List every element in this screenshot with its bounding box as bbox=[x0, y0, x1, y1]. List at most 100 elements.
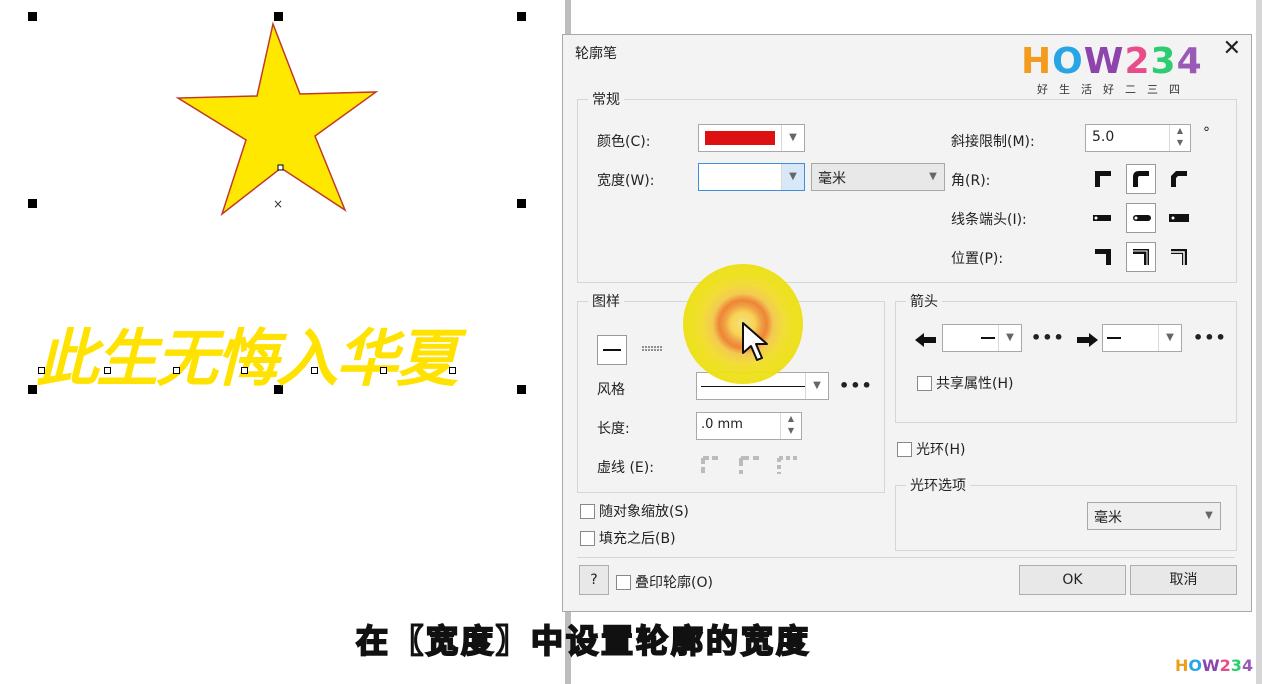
width-label: 宽度(W): bbox=[597, 173, 655, 189]
chevron-down-icon[interactable]: ▼ bbox=[1158, 325, 1181, 351]
arrow-left-icon bbox=[915, 333, 936, 347]
logo-word: HOW234 bbox=[1021, 41, 1203, 82]
width-select[interactable]: ▼ bbox=[698, 163, 805, 191]
more-options-icon[interactable]: ••• bbox=[1193, 328, 1227, 347]
miter-value: 5.0 bbox=[1092, 129, 1115, 145]
halo-label: 光环(H) bbox=[916, 442, 966, 458]
halo-unit-select[interactable]: 毫米 ▼ bbox=[1087, 502, 1221, 530]
pattern-preview[interactable] bbox=[597, 335, 627, 365]
overprint-checkbox[interactable]: 叠印轮廓(O) bbox=[616, 572, 713, 592]
more-options-icon[interactable]: ••• bbox=[1031, 328, 1065, 347]
node-handle[interactable] bbox=[380, 367, 387, 374]
selection-handle[interactable] bbox=[517, 199, 526, 208]
halo-unit-value: 毫米 bbox=[1094, 510, 1122, 526]
spinner-icon[interactable]: ▲ ▼ bbox=[780, 413, 801, 439]
dialog-title: 轮廓笔 bbox=[575, 46, 617, 62]
width-unit-select[interactable]: 毫米 ▼ bbox=[811, 163, 945, 191]
logo-letter: H bbox=[1175, 656, 1189, 675]
selection-handle[interactable] bbox=[517, 12, 526, 21]
start-arrow-select[interactable]: ▼ bbox=[942, 324, 1022, 352]
logo-letter: W bbox=[1202, 656, 1220, 675]
center-position-icon[interactable] bbox=[1126, 242, 1156, 272]
drawing-canvas[interactable]: × 此生无悔入华夏 bbox=[0, 0, 565, 684]
chevron-down-icon[interactable]: ▼ bbox=[1198, 503, 1220, 529]
chevron-down-icon[interactable]: ▼ bbox=[781, 125, 804, 151]
miter-unit: ° bbox=[1203, 125, 1210, 141]
watermark-letters: HOW234 bbox=[1175, 656, 1253, 675]
node-handle[interactable] bbox=[173, 367, 180, 374]
miter-label: 斜接限制(M): bbox=[951, 134, 1035, 150]
help-button[interactable]: ? bbox=[579, 565, 609, 595]
cancel-button[interactable]: 取消 bbox=[1130, 565, 1237, 595]
logo-letter: O bbox=[1052, 41, 1084, 82]
end-arrow-select[interactable]: ▼ bbox=[1102, 324, 1182, 352]
arrows-legend: 箭头 bbox=[910, 294, 938, 310]
node-handle[interactable] bbox=[241, 367, 248, 374]
round-cap-icon[interactable] bbox=[1126, 203, 1156, 233]
scale-with-object-checkbox[interactable]: 随对象缩放(S) bbox=[580, 501, 689, 521]
color-label: 颜色(C): bbox=[597, 134, 651, 150]
mouse-pointer-icon bbox=[742, 322, 768, 361]
color-swatch bbox=[705, 131, 775, 145]
chevron-down-icon[interactable]: ▼ bbox=[805, 373, 828, 399]
node-handle[interactable] bbox=[311, 367, 318, 374]
node-handle[interactable] bbox=[38, 367, 45, 374]
corner-label: 角(R): bbox=[951, 173, 991, 189]
share-attributes-checkbox[interactable]: 共享属性(H) bbox=[917, 373, 1013, 393]
fill-behind-label: 填充之后(B) bbox=[599, 531, 676, 547]
general-legend: 常规 bbox=[592, 92, 620, 108]
art-text[interactable]: 此生无悔入华夏 bbox=[36, 308, 458, 398]
outline-pen-dialog: 轮廓笔 HOW234 好生活好二三四 ✕ 常规 颜色(C): ▼ 宽度(W): … bbox=[562, 34, 1252, 612]
video-subtitle: 在【宽度】中设置轮廓的宽度 bbox=[355, 621, 812, 661]
bevel-corner-icon[interactable] bbox=[1164, 164, 1194, 194]
style-label: 风格 bbox=[597, 382, 625, 398]
length-input[interactable]: .0 mm ▲ ▼ bbox=[696, 412, 802, 440]
chevron-down-icon[interactable]: ▼ bbox=[781, 164, 804, 190]
chevron-down-icon[interactable]: ▼ bbox=[998, 325, 1021, 351]
selection-handle[interactable] bbox=[28, 12, 37, 21]
more-options-icon[interactable]: ••• bbox=[839, 376, 873, 395]
linecap-label: 线条端头(I): bbox=[951, 212, 1027, 228]
miter-corner-icon[interactable] bbox=[1088, 164, 1118, 194]
logo-letter: H bbox=[1021, 41, 1053, 82]
selection-handle[interactable] bbox=[517, 385, 526, 394]
ok-button[interactable]: OK bbox=[1019, 565, 1126, 595]
round-corner-icon[interactable] bbox=[1126, 164, 1156, 194]
spinner-icon[interactable]: ▲ ▼ bbox=[1169, 125, 1190, 151]
arrows-group: 箭头 bbox=[895, 291, 1237, 423]
pattern-options-icon[interactable] bbox=[641, 345, 665, 353]
footer-divider bbox=[577, 557, 1235, 558]
logo-letter: 2 bbox=[1219, 656, 1231, 675]
miter-input[interactable]: 5.0 ▲ ▼ bbox=[1085, 124, 1191, 152]
node-handle[interactable] bbox=[104, 367, 111, 374]
star-shape[interactable]: × bbox=[170, 20, 382, 220]
fill-behind-checkbox[interactable]: 填充之后(B) bbox=[580, 528, 676, 548]
arrow-right-icon bbox=[1077, 333, 1098, 347]
halo-checkbox[interactable]: 光环(H) bbox=[897, 439, 965, 459]
logo-letter: W bbox=[1083, 41, 1125, 82]
overprint-label: 叠印轮廓(O) bbox=[635, 575, 713, 591]
dash-label: 虚线 (E): bbox=[597, 460, 654, 476]
svg-text:×: × bbox=[273, 197, 283, 211]
scrollbar-edge bbox=[1256, 0, 1262, 684]
halo-options-legend: 光环选项 bbox=[910, 478, 966, 494]
chevron-down-icon[interactable]: ▼ bbox=[922, 164, 944, 190]
color-picker[interactable]: ▼ bbox=[698, 124, 805, 152]
node-handle[interactable] bbox=[449, 367, 456, 374]
square-cap-icon[interactable] bbox=[1164, 203, 1194, 233]
butt-cap-icon[interactable] bbox=[1088, 203, 1118, 233]
selection-handle[interactable] bbox=[28, 199, 37, 208]
inside-position-icon[interactable] bbox=[1164, 242, 1194, 272]
logo-letter: 2 bbox=[1124, 41, 1151, 82]
length-label: 长度: bbox=[597, 421, 630, 437]
logo-letter: O bbox=[1188, 656, 1202, 675]
dash-options-icons[interactable] bbox=[701, 454, 801, 476]
unit-value: 毫米 bbox=[818, 171, 846, 187]
position-label: 位置(P): bbox=[951, 251, 1004, 267]
logo-letter: 4 bbox=[1241, 656, 1254, 675]
logo-letter: 3 bbox=[1230, 656, 1242, 675]
close-icon[interactable]: ✕ bbox=[1223, 36, 1241, 61]
outside-position-icon[interactable] bbox=[1088, 242, 1118, 272]
watermark-logo: HOW234 bbox=[1175, 656, 1253, 675]
logo-letter: 4 bbox=[1176, 41, 1203, 82]
